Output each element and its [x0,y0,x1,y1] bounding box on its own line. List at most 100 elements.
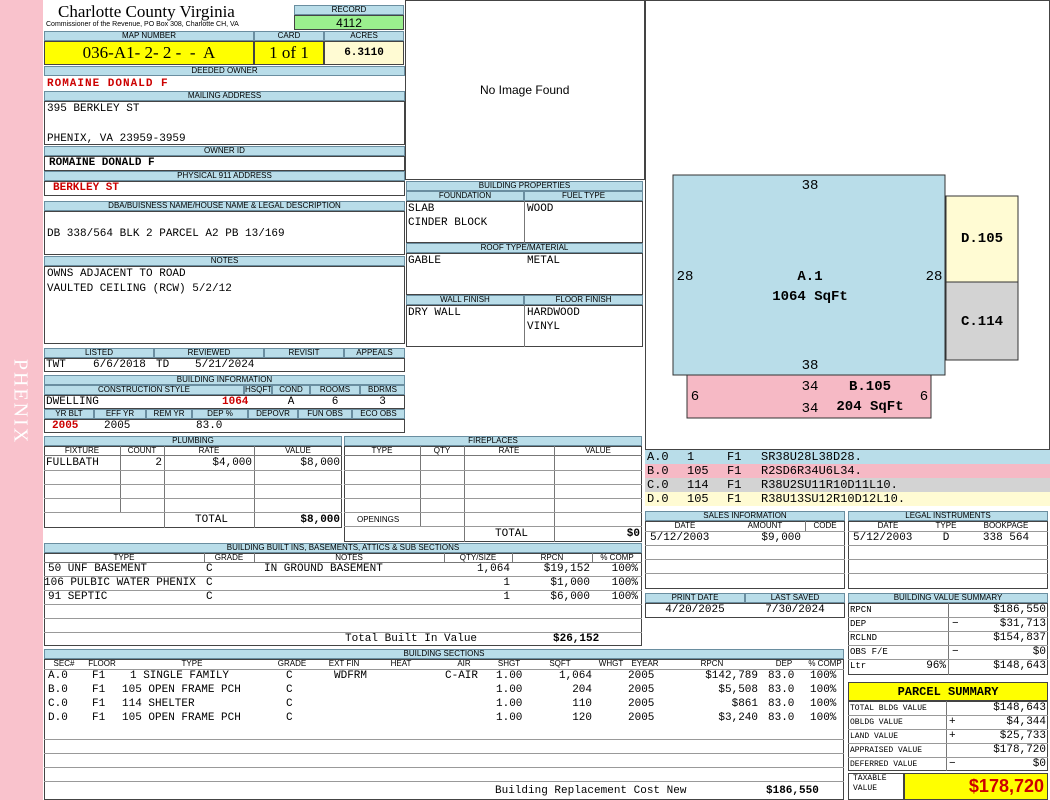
sketch-dim: 28 [677,269,694,285]
sections-col: EXT FIN [328,659,360,668]
owner-id: ROMAINE DONALD F [44,156,405,171]
dep-label: DEP % [192,409,248,419]
sketch-label-d: D.105 [961,231,1003,247]
sidebar-city: PHENIX [9,358,32,445]
year-row [44,419,405,433]
divider [44,739,844,740]
appeals-label: APPEALS [344,348,405,358]
section-sqft: 204 [572,684,592,696]
sketch-dim: 28 [926,269,943,285]
plumbing-count: 2 [155,457,162,469]
divider [948,603,949,675]
listed-date: 6/6/2018 [93,359,146,371]
cond-label: COND [272,385,310,395]
sketch-dim: 6 [920,389,928,405]
sections-col: RPCN [700,659,724,668]
legend-path: R2SD6R34U6L34. [761,464,862,478]
section-rpcn: $861 [731,698,758,710]
divider [344,512,642,513]
legal-label: LEGAL INSTRUMENTS [848,511,1048,521]
section-floor: F1 [92,684,106,696]
record-value: 4112 [294,15,404,30]
builtins-col: % COMP [600,553,634,562]
dba-label: DBA/BUISNESS NAME/HOUSE NAME & LEGAL DES… [44,201,405,211]
parcel-row-value: $148,643 [993,702,1046,714]
builtin-type: 50 UNF BASEMENT [48,563,148,575]
builtin-rpcn: $6,000 [550,591,590,603]
notes-label: NOTES [44,256,405,266]
dep-value: 83.0 [196,420,223,432]
bdrms-label: BDRMS [360,385,405,395]
legend-code: 105 [687,492,709,506]
fuel-type: WOOD [527,203,554,215]
section-floor: F1 [92,712,106,724]
divider [420,446,421,526]
builtin-comp: 100% [611,563,638,575]
builtin-grade: C [206,591,213,603]
plumbing-col: RATE [198,446,220,455]
builtins-label: BUILDING BUILT INS, BASEMENTS, ATTICS & … [44,543,642,553]
section-shgt: 1.00 [496,698,523,710]
plumbing-total-label: TOTAL [195,514,229,526]
mailing-address-label: MAILING ADDRESS [44,91,405,101]
divider [848,559,1048,560]
depovr-label: DEPOVR [248,409,298,419]
section-type: 105 OPEN FRAME PCH [122,712,241,724]
divider [44,618,642,619]
legal-date: 5/12/2003 [853,532,913,544]
legend-code: 114 [687,478,709,492]
sales-col: AMOUNT [747,521,783,530]
dba-text: DB 338/564 BLK 2 PARCEL A2 PB 13/169 [47,228,285,240]
bvs-name: RPCN [850,605,872,615]
sketch-dim: 34 [802,379,819,395]
sketch-label-b: B.105 [849,379,891,395]
building-sketch: 38 38 28 28 A.1 1064 SqFt 34 34 6 6 B.10… [672,174,1019,419]
legend-path: SR38U28L38D28. [761,450,862,464]
wall-finish-label: WALL FINISH [406,295,524,305]
roof-label: ROOF TYPE/MATERIAL [406,243,643,253]
section-shgt: 1.00 [496,670,523,682]
divider [44,498,342,499]
sections-col: AIR [457,659,471,668]
physical-address: BERKLEY ST [44,181,405,196]
builtins-col: RPCN [540,553,564,562]
legend-code: 105 [687,464,709,478]
fireplaces-label: FIREPLACES [344,436,642,446]
plumbing-total: $8,000 [300,514,340,526]
plumbing-value: $8,000 [300,457,340,469]
reviewed-date: 5/21/2024 [195,359,255,371]
fuel-type-label: FUEL TYPE [524,191,643,201]
builtin-type: 91 SEPTIC [48,591,108,603]
sections-label: BUILDING SECTIONS [44,649,844,659]
divider [512,553,513,563]
section-sqft: 110 [572,698,592,710]
divider [645,559,845,560]
builtin-qty: 1,064 [476,563,510,575]
notes-line-2: VAULTED CEILING (RCW) 5/2/12 [47,283,232,295]
replacement-value: $186,550 [766,785,819,797]
bvs-value: $148,643 [993,660,1046,672]
divider [344,484,642,485]
legal-bookpage: 338 564 [982,532,1030,544]
divider [254,553,255,563]
builtin-qty: 1 [503,577,510,589]
parcel-summary-title: PARCEL SUMMARY [848,682,1048,701]
building-info-label: BUILDING INFORMATION [44,375,405,385]
legend-sec: C.0 [647,478,669,492]
legal-col: DATE [877,521,899,530]
record-label: RECORD [294,5,404,15]
parcel-row-label: LAND VALUE [850,732,899,741]
legend-sec: A.0 [647,450,669,464]
section-dep: 83.0 [768,670,795,682]
roof-box [406,253,643,295]
county-title: Charlotte County Virginia [58,2,235,21]
builtins-col: GRADE [214,553,244,562]
print-date-label: PRINT DATE [645,593,745,603]
parcel-row-value: $25,733 [999,730,1046,742]
parcel-row-label: TOTAL BLDG VALUE [850,704,927,713]
divider [120,446,121,512]
reviewed-label: REVIEWED [154,348,264,358]
section-eyear: 2005 [628,698,655,710]
legend-floor: F1 [727,478,742,492]
bvs-name: DEP [850,619,867,629]
